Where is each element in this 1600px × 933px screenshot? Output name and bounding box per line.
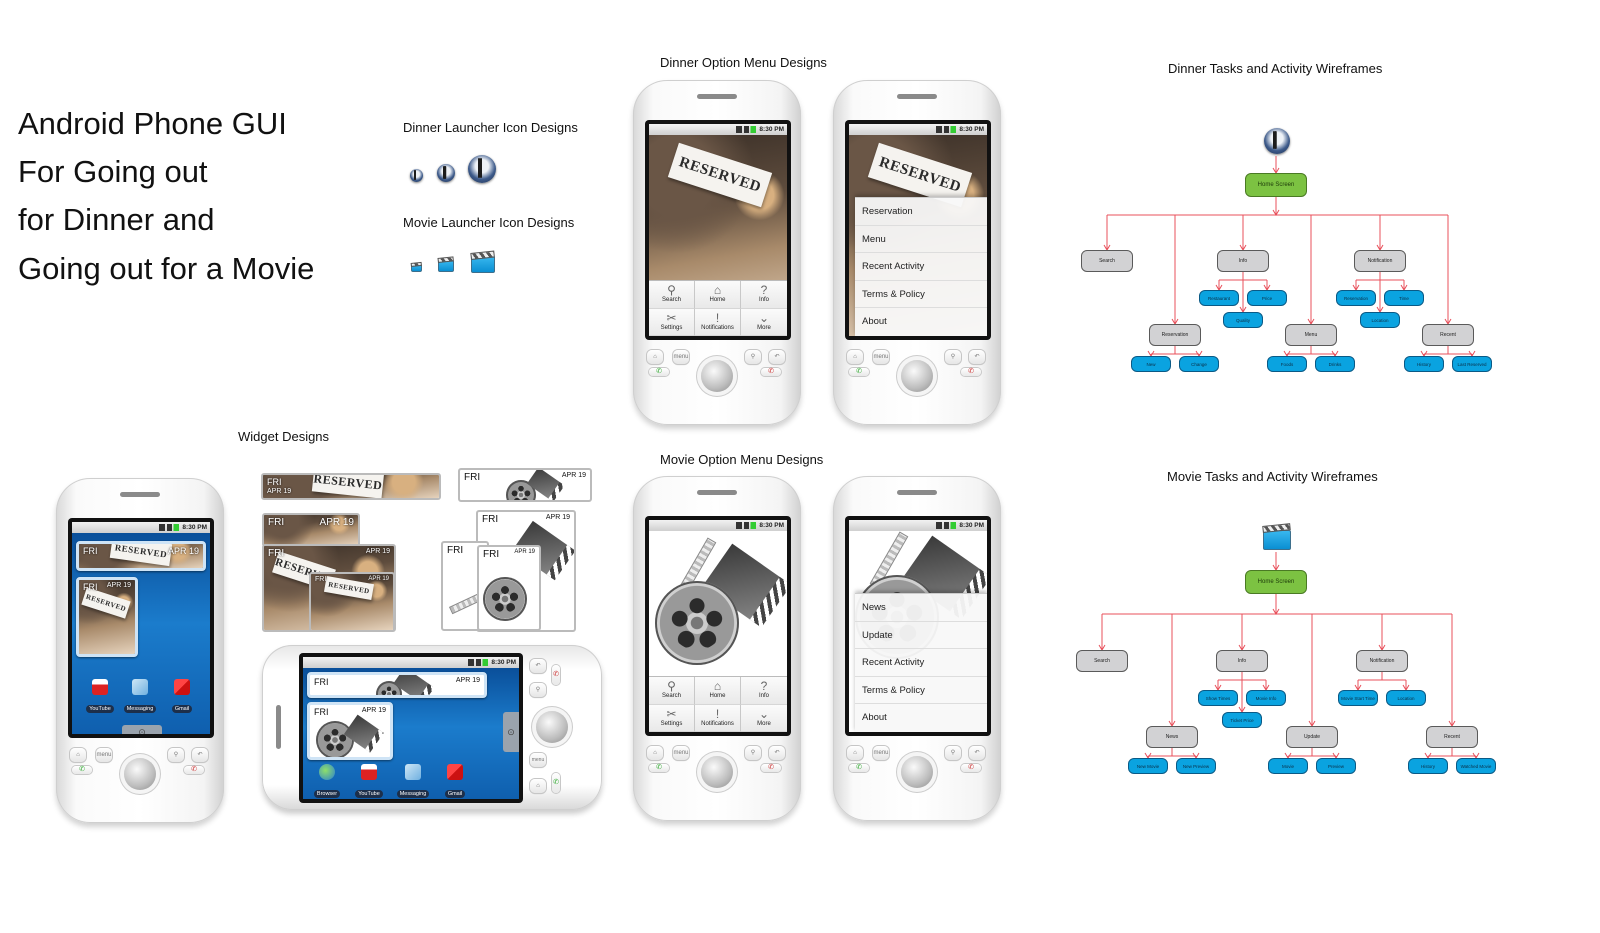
movie_tree-node-search[interactable]: Search: [1076, 650, 1128, 672]
movie_tree-leaf-movie-start-time[interactable]: Movie Start Time: [1338, 690, 1378, 706]
movie_tree-leaf-show-times[interactable]: Show Times: [1198, 690, 1238, 706]
movie_tree-node-news[interactable]: News: [1146, 726, 1198, 748]
movie_tree-node-home-screen[interactable]: Home Screen: [1245, 570, 1307, 594]
movie_tree-node-notification[interactable]: Notification: [1356, 650, 1408, 672]
movie_tree-leaf-ticket-price[interactable]: Ticket Price: [1222, 712, 1262, 728]
movie_tree-leaf-location[interactable]: Location: [1386, 690, 1426, 706]
movie_tree-leaf-watched-movie[interactable]: Watched Movie: [1456, 758, 1496, 774]
movie_tree-leaf-new-preview[interactable]: New Preview: [1176, 758, 1216, 774]
movie_tree-leaf-preview[interactable]: Preview: [1316, 758, 1356, 774]
movie_tree-node-update[interactable]: Update: [1286, 726, 1338, 748]
movie_tree-connectors: [1098, 552, 1480, 759]
movie_tree-leaf-new-movie[interactable]: New Movie: [1128, 758, 1168, 774]
movie_tree-leaf-history[interactable]: History: [1408, 758, 1448, 774]
movie_tree-leaf-movie-info[interactable]: Movie Info: [1246, 690, 1286, 706]
movie_tree-leaf-movie[interactable]: Movie: [1268, 758, 1308, 774]
movie_tree-node-info[interactable]: Info: [1216, 650, 1268, 672]
movie_tree-node-recent[interactable]: Recent: [1426, 726, 1478, 748]
